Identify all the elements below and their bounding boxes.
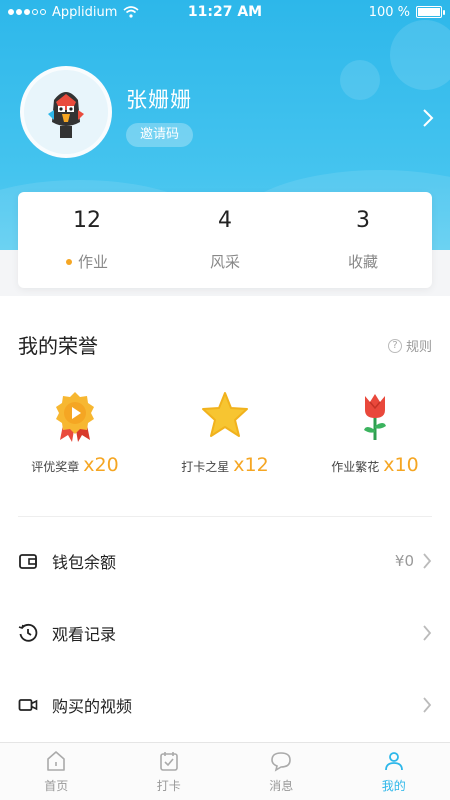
decor-bubble: [340, 60, 380, 100]
unread-dot-icon: [65, 258, 72, 265]
stat-favorites[interactable]: 3 收藏: [294, 192, 432, 288]
stat-value: 3: [356, 208, 370, 233]
menu-label: 钱包余额: [52, 553, 117, 572]
chevron-right-icon: [423, 625, 432, 641]
honor-item-medal[interactable]: 评优奖章 x20: [0, 390, 150, 490]
chevron-right-icon: [423, 553, 432, 569]
honor-label: 打卡之星: [181, 460, 230, 474]
battery-icon: [416, 6, 445, 18]
menu-label: 观看记录: [52, 625, 117, 644]
tab-label: 消息: [269, 779, 294, 793]
avatar[interactable]: [20, 66, 112, 158]
stat-showcase[interactable]: 4 风采: [156, 192, 294, 288]
decor-bubble: [390, 20, 450, 90]
invite-code-button[interactable]: 邀请码: [126, 123, 194, 147]
wifi-icon: [123, 6, 139, 18]
stats-card: 12 作业 4 风采 3 收藏: [18, 192, 432, 288]
medal-icon: [56, 392, 94, 442]
honor-count: x12: [233, 454, 269, 476]
stat-label: 收藏: [347, 253, 378, 271]
profile-icon: [384, 752, 403, 771]
honor-item-rose[interactable]: 作业繁花 x10: [300, 390, 450, 490]
rules-label: 规则: [405, 340, 432, 355]
history-icon: [18, 623, 38, 642]
tab-home[interactable]: 首页: [0, 743, 113, 800]
question-icon: ?: [387, 338, 402, 353]
rules-link[interactable]: ? 规则: [387, 336, 432, 355]
wallet-balance: ¥0: [394, 552, 414, 570]
checkin-icon: [159, 752, 178, 771]
divider: [18, 516, 432, 517]
main-content: 我的荣誉 ? 规则 评优奖章 x20 打卡之星 x12 作业繁花 x10 钱包余…: [0, 296, 450, 742]
wallet-icon: [19, 554, 37, 569]
chevron-right-icon: [423, 697, 432, 713]
carrier-name: Applidium: [52, 4, 118, 20]
signal-icon: [8, 9, 46, 15]
honor-count: x10: [383, 454, 419, 476]
tab-bar: 首页 打卡 消息 我的: [0, 742, 450, 800]
status-bar: Applidium 11:27 AM 100 %: [0, 0, 450, 24]
home-icon: [47, 751, 66, 771]
tab-checkin[interactable]: 打卡: [113, 743, 226, 800]
menu-label: 购买的视频: [52, 697, 133, 716]
tab-label: 我的: [381, 779, 406, 793]
menu-item-watch-history[interactable]: 观看记录: [0, 606, 450, 660]
chevron-right-icon[interactable]: [422, 108, 434, 128]
tab-messages[interactable]: 消息: [225, 743, 338, 800]
honors-title: 我的荣誉: [18, 334, 98, 358]
video-icon: [18, 699, 38, 711]
message-icon: [271, 752, 292, 772]
tab-label: 打卡: [156, 779, 181, 793]
star-icon: [202, 392, 248, 437]
stat-label: 作业: [77, 253, 108, 271]
avatar-image: [24, 70, 108, 154]
status-time: 11:27 AM: [187, 4, 263, 20]
rose-icon: [364, 394, 386, 440]
stat-label: 风采: [209, 253, 240, 271]
tab-label: 首页: [44, 779, 69, 793]
menu-item-purchased-videos[interactable]: 购买的视频: [0, 678, 450, 732]
honor-label: 评优奖章: [31, 460, 80, 474]
honor-count: x20: [83, 454, 119, 476]
menu-item-wallet[interactable]: 钱包余额 ¥0: [0, 534, 450, 588]
stat-value: 4: [218, 208, 232, 233]
user-name: 张姗姗: [126, 88, 192, 112]
stat-homework[interactable]: 12 作业: [18, 192, 156, 288]
tab-profile[interactable]: 我的: [338, 743, 450, 800]
stat-value: 12: [73, 208, 101, 233]
battery-text: 100 %: [368, 4, 410, 20]
honor-label: 作业繁花: [331, 460, 380, 474]
honors-list: 评优奖章 x20 打卡之星 x12 作业繁花 x10: [0, 390, 450, 490]
honor-item-star[interactable]: 打卡之星 x12: [150, 390, 300, 490]
